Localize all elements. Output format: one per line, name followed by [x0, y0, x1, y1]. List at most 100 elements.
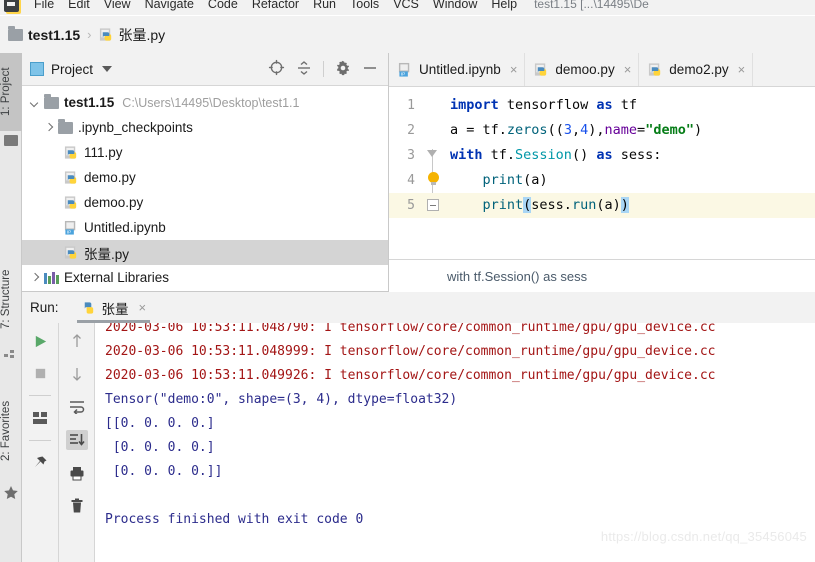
console-line: [0. 0. 0. 0.]	[105, 440, 215, 455]
run-panel-header: Run: 张量 ×	[22, 292, 815, 323]
editor-tab-untitled-ipynb[interactable]: IP Untitled.ipynb ×	[389, 53, 526, 86]
fold-row-4[interactable]	[421, 168, 446, 193]
token: )	[612, 197, 621, 213]
tree-row-demo-py[interactable]: demo.py	[22, 165, 388, 190]
fold-open-icon[interactable]	[427, 150, 437, 157]
svg-text:IP: IP	[401, 71, 405, 76]
breadcrumb-project[interactable]: test1.15	[8, 25, 81, 43]
tree-label: Untitled.ipynb	[84, 220, 166, 235]
run-panel: Run: 张量 × 2020-03-06 10:53:11.048790: I …	[22, 292, 815, 562]
close-icon[interactable]: ×	[738, 62, 746, 77]
soft-wrap-icon[interactable]	[66, 397, 88, 417]
pycharm-logo-icon	[4, 0, 19, 12]
token: print	[482, 197, 524, 213]
close-icon[interactable]: ×	[624, 62, 632, 77]
fold-row-2	[421, 118, 446, 143]
tree-row-external-libraries[interactable]: External Libraries	[22, 265, 388, 290]
editor-tab-demo2-py[interactable]: demo2.py ×	[639, 53, 754, 86]
collapse-all-icon[interactable]	[296, 60, 312, 79]
breadcrumb-file[interactable]: 张量.py	[99, 25, 165, 45]
folder-icon	[58, 118, 73, 134]
code-lines[interactable]: import tensorflow as tf a = tf.zeros((3,…	[446, 87, 815, 259]
python-file-icon	[64, 195, 79, 211]
editor-tab-label: demo2.py	[669, 62, 729, 77]
menu-item-edit[interactable]: Edit	[61, 0, 97, 11]
token: zeros	[506, 122, 548, 138]
token: as	[596, 147, 613, 163]
intention-bulb-icon[interactable]	[428, 172, 439, 185]
tree-row-project-root[interactable]: test1.15 C:\Users\14495\Desktop\test1.1	[22, 90, 388, 115]
menu-item-run[interactable]: Run	[306, 0, 343, 11]
tree-row-ipynb-checkpoints[interactable]: .ipynb_checkpoints	[22, 115, 388, 140]
console-line: [[0. 0. 0. 0.]	[105, 416, 215, 431]
tree-row-111-py[interactable]: 111.py	[22, 140, 388, 165]
tree-row-zhangliang-py[interactable]: 张量.py	[22, 240, 388, 265]
breadcrumb: test1.15 › 张量.py	[0, 16, 815, 53]
menu-item-navigate[interactable]: Navigate	[138, 0, 201, 11]
project-panel-header: Project	[22, 53, 388, 86]
chevron-right-icon[interactable]	[28, 271, 42, 285]
chevron-down-icon[interactable]	[102, 66, 113, 72]
trash-icon[interactable]	[66, 496, 88, 516]
window-title: test1.15 [...\14495\De	[534, 0, 649, 11]
stop-icon[interactable]	[29, 363, 51, 383]
chevron-down-icon[interactable]	[28, 96, 42, 110]
watermark: https://blog.csdn.net/qq_35456045	[600, 529, 807, 544]
folder-icon	[8, 25, 23, 41]
run-panel-body: 2020-03-06 10:53:11.048790: I tensorflow…	[22, 323, 815, 562]
menu-item-help[interactable]: Help	[484, 0, 524, 11]
arrow-up-icon[interactable]	[66, 331, 88, 351]
pin-icon[interactable]	[29, 453, 51, 473]
fold-end-icon[interactable]	[427, 199, 439, 211]
code-line-4: print(a)	[446, 168, 815, 193]
token: )	[693, 122, 703, 138]
menu-item-file[interactable]: File	[27, 0, 61, 11]
tree-label: demo.py	[84, 170, 136, 185]
menu-item-view[interactable]: View	[97, 0, 138, 11]
token: run	[571, 197, 597, 213]
menu-item-code[interactable]: Code	[201, 0, 245, 11]
code-line-3: with tf.Session() as sess:	[446, 143, 815, 168]
fold-row-5[interactable]	[421, 193, 446, 218]
token: sess	[612, 147, 654, 163]
menu-item-refactor[interactable]: Refactor	[245, 0, 306, 11]
fold-gutter[interactable]	[421, 87, 446, 259]
minimize-icon[interactable]	[362, 60, 378, 79]
sidebar-tab-favorites[interactable]: 2: Favorites	[0, 383, 22, 479]
arrow-down-icon[interactable]	[66, 364, 88, 384]
close-icon[interactable]: ×	[510, 62, 518, 77]
chevron-right-icon[interactable]	[42, 121, 56, 135]
layout-icon[interactable]	[29, 408, 51, 428]
breadcrumb-separator-icon: ›	[87, 27, 92, 42]
tree-row-demoo-py[interactable]: demoo.py	[22, 190, 388, 215]
menu-item-window[interactable]: Window	[426, 0, 484, 11]
menu-item-vcs[interactable]: VCS	[386, 0, 426, 11]
line-number: 3	[407, 148, 415, 163]
run-icon[interactable]	[29, 331, 51, 351]
code-editor[interactable]: 1 2 3 4 5 import tensorflow as tf a = tf…	[389, 87, 815, 259]
locate-icon[interactable]	[268, 59, 285, 79]
project-panel: Project test1.15 C:\Users\14495\Desktop\…	[22, 53, 389, 292]
sidebar-tab-favorites-label: 2: Favorites	[0, 400, 12, 462]
fold-row-1	[421, 93, 446, 118]
run-tab-zhangliang[interactable]: 张量 ×	[76, 292, 151, 323]
editor-area: IP Untitled.ipynb × demoo.py × demo2.py …	[389, 53, 815, 292]
console-output[interactable]: 2020-03-06 10:53:11.048790: I tensorflow…	[94, 323, 815, 562]
breadcrumb-project-label: test1.15	[28, 26, 81, 43]
token: a	[450, 122, 467, 138]
scroll-to-end-icon[interactable]	[65, 430, 88, 450]
ipynb-file-icon: IP	[64, 220, 79, 236]
print-icon[interactable]	[66, 463, 88, 483]
console-line: 2020-03-06 10:53:11.048999: I tensorflow…	[105, 344, 716, 359]
close-icon[interactable]: ×	[139, 300, 147, 315]
editor-tab-demoo-py[interactable]: demoo.py ×	[525, 53, 640, 86]
token: ,	[596, 122, 605, 138]
menu-item-tools[interactable]: Tools	[343, 0, 386, 11]
tree-row-untitled-ipynb[interactable]: IP Untitled.ipynb	[22, 215, 388, 240]
sidebar-tab-structure[interactable]: 7: Structure	[0, 253, 22, 345]
tree-label: 111.py	[84, 145, 123, 160]
gear-icon[interactable]	[335, 60, 351, 79]
fold-row-3[interactable]	[421, 143, 446, 168]
sidebar-tab-project[interactable]: 1: Project	[0, 53, 22, 131]
